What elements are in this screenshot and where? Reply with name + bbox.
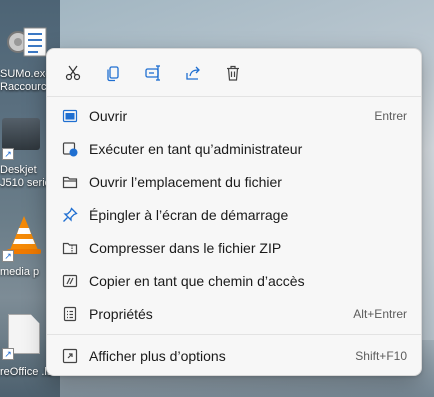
shortcut-arrow-icon: ↗ (2, 148, 14, 160)
context-menu: Ouvrir Entrer Exécuter en tant qu’admini… (46, 48, 422, 376)
delete-button[interactable] (215, 57, 251, 89)
cut-icon (65, 65, 81, 81)
zip-folder-icon (62, 240, 78, 256)
open-window-icon (62, 108, 78, 124)
menu-item-show-more-options[interactable]: Afficher plus d’options Shift+F10 (53, 341, 415, 371)
cut-button[interactable] (55, 57, 91, 89)
menu-item-open-file-location[interactable]: Ouvrir l’emplacement du fichier (53, 167, 415, 197)
sumo-app-icon (7, 27, 47, 57)
menu-item-properties[interactable]: Propriétés Alt+Entrer (53, 299, 415, 329)
menu-item-label: Afficher plus d’options (89, 348, 226, 364)
rename-icon (145, 65, 160, 81)
menu-item-open[interactable]: Ouvrir Entrer (53, 101, 415, 131)
menu-item-label: Ouvrir l’emplacement du fichier (89, 174, 282, 190)
menu-item-label: Copier en tant que chemin d’accès (89, 273, 305, 289)
more-options-icon (62, 348, 78, 364)
menu-item-label: Compresser dans le fichier ZIP (89, 240, 282, 256)
menu-item-copy-as-path[interactable]: Copier en tant que chemin d’accès (53, 266, 415, 296)
desktop-icon-deskjet[interactable]: ↗ Deskjet J510 series (0, 112, 56, 196)
copy-icon (107, 66, 119, 82)
desktop-icon-libreoffice[interactable]: ↗ reOffice .ls (0, 310, 52, 382)
folder-icon (62, 174, 78, 190)
share-button[interactable] (175, 57, 211, 89)
menu-item-label: Ouvrir (89, 108, 128, 124)
delete-icon (227, 65, 239, 81)
share-icon (186, 66, 200, 80)
menu-item-label: Épingler à l’écran de démarrage (89, 207, 289, 223)
context-menu-toolbar (55, 57, 251, 89)
copy-path-icon (62, 273, 78, 289)
properties-icon (62, 306, 78, 322)
rename-button[interactable] (135, 57, 171, 89)
desktop-icon-vlc[interactable]: ↗ media p (0, 208, 52, 284)
menu-item-shortcut: Entrer (374, 109, 407, 123)
menu-item-run-as-admin[interactable]: Exécuter en tant qu’administrateur (53, 134, 415, 164)
menu-item-pin-to-start[interactable]: Épingler à l’écran de démarrage (53, 200, 415, 230)
shortcut-arrow-icon: ↗ (2, 348, 14, 360)
menu-item-label: Propriétés (89, 306, 153, 322)
desktop-icon-sumo[interactable]: SUMo.exe Raccourci (0, 20, 52, 100)
toolbar-divider (47, 96, 421, 97)
menu-divider (47, 334, 421, 335)
menu-item-shortcut: Shift+F10 (355, 349, 407, 363)
pin-icon (62, 207, 78, 223)
shortcut-arrow-icon: ↗ (2, 250, 14, 262)
menu-item-label: Exécuter en tant qu’administrateur (89, 141, 303, 157)
shield-admin-icon (62, 141, 78, 157)
copy-button[interactable] (95, 57, 131, 89)
printer-app-icon (2, 118, 40, 150)
menu-item-shortcut: Alt+Entrer (353, 307, 407, 321)
menu-item-compress-zip[interactable]: Compresser dans le fichier ZIP (53, 233, 415, 263)
